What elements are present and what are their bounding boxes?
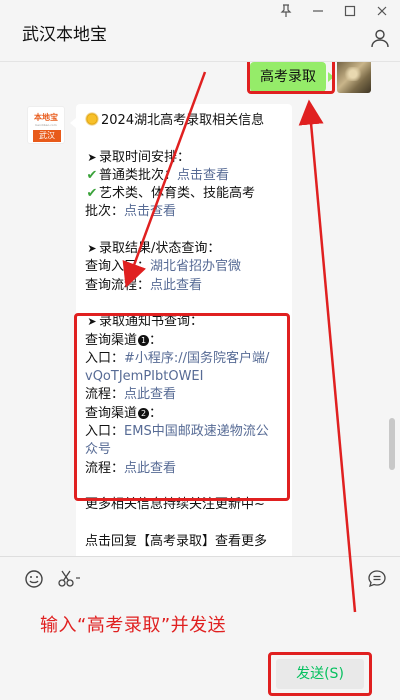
send-highlight-box: [268, 652, 372, 696]
section-heading: ➤ 录取时间安排：: [85, 149, 283, 167]
scissors-icon[interactable]: [56, 569, 82, 591]
result-flow-link[interactable]: 点此查看: [150, 278, 202, 293]
close-icon[interactable]: [370, 2, 394, 20]
input-area[interactable]: 输入“高考录取”并发送 发送(S): [0, 556, 400, 700]
chat-scrollbar[interactable]: [389, 418, 395, 470]
regular-batch-link[interactable]: 点击查看: [177, 168, 229, 183]
minimize-icon[interactable]: [306, 2, 330, 20]
avatar-city-label: 武汉: [33, 130, 61, 142]
list-item-continued: 批次：点击查看: [85, 203, 283, 221]
maximize-icon[interactable]: [338, 2, 362, 20]
admissions-office-link[interactable]: 湖北省招办官微: [150, 259, 241, 274]
arrow-bullet-icon: ➤: [87, 242, 97, 256]
item-label: 批次：: [85, 204, 125, 220]
section-heading-text: 录取结果/状态查询：: [99, 241, 221, 257]
reply-title: 2024湖北高考录取相关信息: [101, 113, 265, 128]
avatar-logo-text: 本地宝: [34, 113, 58, 122]
pin-icon[interactable]: [274, 2, 298, 20]
list-item: ✔ 普通类批次：点击查看: [85, 167, 283, 185]
avatar-logo-url: bendibao.com: [35, 123, 57, 127]
profile-icon[interactable]: [370, 28, 390, 48]
chat-history-icon[interactable]: [366, 569, 388, 591]
item-label: 艺术类、体育类、技能高考: [99, 186, 256, 202]
item-label: 普通类批次：: [99, 167, 178, 183]
item-label: 查询流程：: [85, 277, 151, 293]
art-batch-link[interactable]: 点击查看: [124, 204, 176, 219]
instruction-annotation: 输入“高考录取”并发送: [40, 615, 227, 636]
section-heading-text: 录取时间安排：: [99, 149, 191, 165]
chat-area[interactable]: 高考录取 本地宝 bendibao.com 武汉 2024湖北高考录取相关信息 …: [0, 62, 400, 556]
reply-title-line: 2024湖北高考录取相关信息: [85, 112, 283, 130]
checkmark-icon: ✔: [86, 186, 98, 202]
account-avatar[interactable]: 本地宝 bendibao.com 武汉: [27, 106, 65, 144]
list-item: 查询入口：湖北省招办官微: [85, 258, 283, 276]
checkmark-icon: ✔: [86, 167, 98, 183]
title-bar: 武汉本地宝: [0, 0, 400, 62]
notice-highlight-box: [74, 313, 290, 501]
section-heading: ➤ 录取结果/状态查询：: [85, 240, 283, 258]
chat-title: 武汉本地宝: [22, 25, 107, 45]
cut-off-line: 点击回复【高考录取】查看更多: [85, 533, 268, 549]
sun-icon: [85, 112, 99, 126]
list-item: ✔ 艺术类、体育类、技能高考: [85, 185, 283, 203]
arrow-bullet-icon: ➤: [87, 150, 97, 164]
emoji-icon[interactable]: [23, 569, 45, 591]
list-item: 查询流程：点此查看: [85, 277, 283, 295]
sent-highlight-box: [247, 62, 335, 94]
user-avatar[interactable]: [337, 62, 371, 93]
item-label: 查询入口：: [85, 259, 151, 275]
